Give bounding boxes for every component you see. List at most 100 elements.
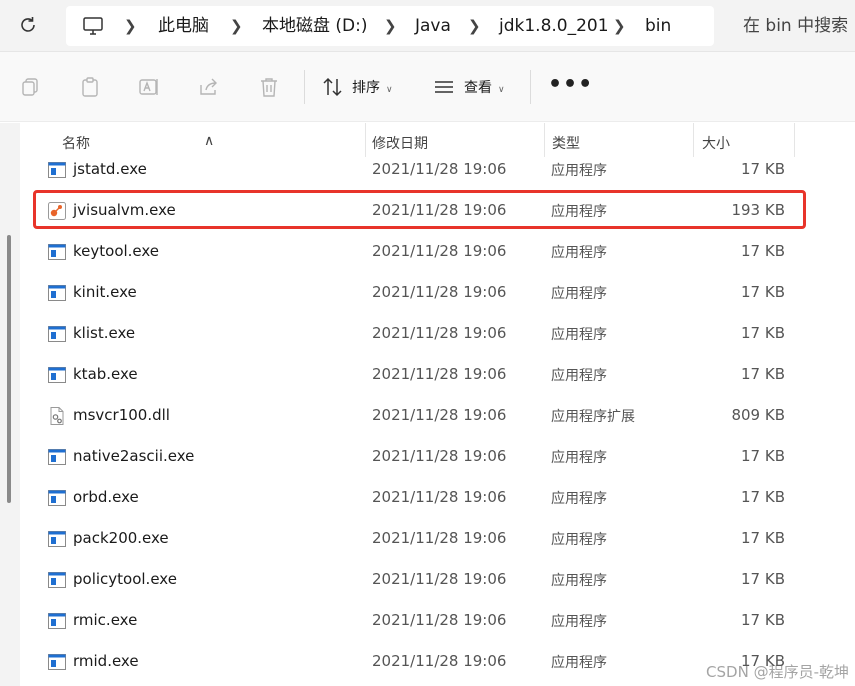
chevron-right-icon[interactable]: ❯ <box>468 6 481 46</box>
paste-icon[interactable] <box>79 76 101 98</box>
file-modified-date: 2021/11/28 19:06 <box>372 365 507 383</box>
refresh-icon[interactable] <box>17 14 39 36</box>
computer-icon[interactable] <box>82 15 104 37</box>
chevron-right-icon[interactable]: ❯ <box>230 6 243 46</box>
file-row[interactable]: ktab.exe 2021/11/28 19:06 应用程序 17 KB <box>20 355 855 396</box>
rename-icon[interactable] <box>138 76 160 98</box>
file-size: 17 KB <box>741 447 785 465</box>
toolbar-divider <box>530 70 531 104</box>
view-icon[interactable] <box>433 76 455 98</box>
file-size: 17 KB <box>741 324 785 342</box>
file-name: ktab.exe <box>73 365 138 383</box>
file-modified-date: 2021/11/28 19:06 <box>372 242 507 260</box>
file-modified-date: 2021/11/28 19:06 <box>372 406 507 424</box>
file-type: 应用程序 <box>551 532 607 548</box>
chevron-right-icon[interactable]: ❯ <box>613 6 626 46</box>
more-options-button[interactable]: ••• <box>548 72 593 97</box>
exe-icon <box>47 652 67 672</box>
chevron-right-icon[interactable]: ❯ <box>124 6 137 46</box>
breadcrumb[interactable]: ❯ 此电脑 ❯ 本地磁盘 (D:) ❯ Java ❯ jdk1.8.0_201 … <box>66 6 714 46</box>
file-type: 应用程序 <box>551 327 607 343</box>
file-size: 17 KB <box>741 611 785 629</box>
file-size: 17 KB <box>741 365 785 383</box>
file-name: keytool.exe <box>73 242 160 260</box>
file-type: 应用程序 <box>551 368 607 384</box>
file-name: jstatd.exe <box>73 160 147 178</box>
sort-icon[interactable] <box>322 76 344 98</box>
file-type: 应用程序 <box>551 655 607 671</box>
toolbar-divider <box>304 70 305 104</box>
view-label: 查看 <box>464 80 492 96</box>
file-type: 应用程序扩展 <box>551 409 635 425</box>
scrollbar-thumb[interactable] <box>7 235 11 503</box>
copy-icon[interactable] <box>20 76 42 98</box>
file-modified-date: 2021/11/28 19:06 <box>372 529 507 547</box>
file-modified-date: 2021/11/28 19:06 <box>372 652 507 670</box>
file-size: 809 KB <box>731 406 785 424</box>
address-bar: ❯ 此电脑 ❯ 本地磁盘 (D:) ❯ Java ❯ jdk1.8.0_201 … <box>0 0 855 52</box>
file-row[interactable]: pack200.exe 2021/11/28 19:06 应用程序 17 KB <box>20 519 855 560</box>
file-name: klist.exe <box>73 324 136 342</box>
view-button[interactable]: 查看 ∨ <box>464 74 505 102</box>
file-type: 应用程序 <box>551 450 607 466</box>
file-row[interactable]: orbd.exe 2021/11/28 19:06 应用程序 17 KB <box>20 478 855 519</box>
exe-icon <box>47 283 67 303</box>
search-input[interactable]: 在 bin 中搜索 <box>725 6 855 46</box>
file-type: 应用程序 <box>551 491 607 507</box>
sort-ascending-icon: ∧ <box>204 133 215 149</box>
file-name: rmid.exe <box>73 652 139 670</box>
dll-icon <box>47 406 67 426</box>
exe-icon <box>47 365 67 385</box>
file-modified-date: 2021/11/28 19:06 <box>372 283 507 301</box>
exe-icon <box>47 160 67 180</box>
exe-icon <box>47 570 67 590</box>
file-name: rmic.exe <box>73 611 138 629</box>
file-modified-date: 2021/11/28 19:06 <box>372 570 507 588</box>
exe-icon <box>47 324 67 344</box>
file-name: orbd.exe <box>73 488 139 506</box>
breadcrumb-item-this-pc[interactable]: 此电脑 <box>158 6 209 46</box>
file-modified-date: 2021/11/28 19:06 <box>372 488 507 506</box>
file-row[interactable]: rmic.exe 2021/11/28 19:06 应用程序 17 KB <box>20 601 855 642</box>
breadcrumb-item-jdk[interactable]: jdk1.8.0_201 <box>499 6 609 46</box>
sort-button[interactable]: 排序 ∨ <box>352 74 393 102</box>
file-type: 应用程序 <box>551 245 607 261</box>
search-placeholder: 在 bin 中搜索 <box>743 16 849 36</box>
exe-icon <box>47 611 67 631</box>
breadcrumb-item-bin[interactable]: bin <box>645 6 671 46</box>
file-size: 17 KB <box>741 160 785 178</box>
exe-icon <box>47 242 67 262</box>
file-modified-date: 2021/11/28 19:06 <box>372 611 507 629</box>
file-row[interactable]: kinit.exe 2021/11/28 19:06 应用程序 17 KB <box>20 273 855 314</box>
file-name: kinit.exe <box>73 283 137 301</box>
file-size: 17 KB <box>741 570 785 588</box>
file-modified-date: 2021/11/28 19:06 <box>372 160 507 178</box>
file-modified-date: 2021/11/28 19:06 <box>372 324 507 342</box>
file-modified-date: 2021/11/28 19:06 <box>372 447 507 465</box>
file-size: 17 KB <box>741 283 785 301</box>
file-name: msvcr100.dll <box>73 406 170 424</box>
chevron-right-icon[interactable]: ❯ <box>384 6 397 46</box>
file-row[interactable]: native2ascii.exe 2021/11/28 19:06 应用程序 17 K… <box>20 437 855 478</box>
sort-label: 排序 <box>352 80 380 96</box>
exe-icon <box>47 447 67 467</box>
breadcrumb-item-java[interactable]: Java <box>415 6 451 46</box>
share-icon[interactable] <box>198 76 220 98</box>
file-size: 17 KB <box>741 488 785 506</box>
breadcrumb-item-drive[interactable]: 本地磁盘 (D:) <box>262 6 368 46</box>
file-name: native2ascii.exe <box>73 447 195 465</box>
file-size: 17 KB <box>741 242 785 260</box>
file-type: 应用程序 <box>551 163 607 179</box>
file-type: 应用程序 <box>551 614 607 630</box>
file-row[interactable]: msvcr100.dll 2021/11/28 19:06 应用程序扩展 809 KB <box>20 396 855 437</box>
highlight-box <box>33 190 806 229</box>
file-row[interactable]: keytool.exe 2021/11/28 19:06 应用程序 17 KB <box>20 232 855 273</box>
file-row[interactable]: klist.exe 2021/11/28 19:06 应用程序 17 KB <box>20 314 855 355</box>
exe-icon <box>47 488 67 508</box>
delete-icon[interactable] <box>258 76 280 98</box>
exe-icon <box>47 529 67 549</box>
file-row[interactable]: jstatd.exe 2021/11/28 19:06 应用程序 17 KB <box>20 150 855 191</box>
file-row[interactable]: policytool.exe 2021/11/28 19:06 应用程序 17 KB <box>20 560 855 601</box>
file-type: 应用程序 <box>551 286 607 302</box>
file-type: 应用程序 <box>551 573 607 589</box>
